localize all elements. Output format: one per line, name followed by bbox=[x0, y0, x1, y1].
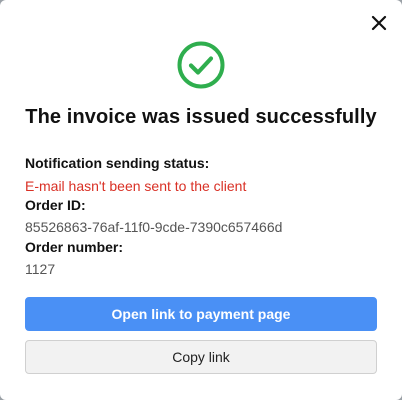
order-id-value: 85526863-76af-11f0-9cde-7390c657466d bbox=[25, 219, 283, 235]
order-number-value: 1127 bbox=[25, 261, 56, 277]
notification-status-label: Notification sending status: bbox=[25, 155, 210, 171]
close-button[interactable] bbox=[368, 12, 390, 34]
notification-status-value: E-mail hasn't been sent to the client bbox=[25, 178, 247, 194]
dialog-title: The invoice was issued successfully bbox=[25, 106, 377, 128]
invoice-success-dialog: The invoice was issued successfully Noti… bbox=[0, 0, 402, 400]
order-number-label: Order number: bbox=[25, 239, 124, 255]
open-payment-page-label: Open link to payment page bbox=[111, 306, 291, 322]
invoice-details: Notification sending status: E-mail hasn… bbox=[25, 154, 385, 280]
close-icon bbox=[371, 15, 387, 31]
copy-link-label: Copy link bbox=[172, 349, 230, 365]
order-id-label: Order ID: bbox=[25, 197, 86, 213]
open-payment-page-button[interactable]: Open link to payment page bbox=[25, 297, 377, 331]
copy-link-button[interactable]: Copy link bbox=[25, 340, 377, 374]
check-circle-icon bbox=[177, 41, 225, 89]
